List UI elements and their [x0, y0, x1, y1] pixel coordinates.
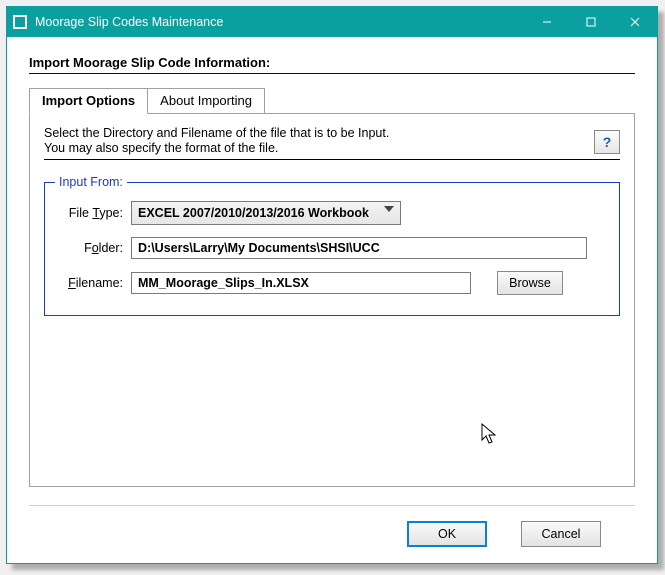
page-header: Import Moorage Slip Code Information: — [29, 55, 635, 74]
tab-strip: Import Options About Importing — [29, 88, 635, 113]
minimize-icon — [542, 17, 552, 27]
cancel-button[interactable]: Cancel — [521, 521, 601, 547]
maximize-button[interactable] — [569, 7, 613, 37]
app-icon — [13, 15, 27, 29]
filename-input[interactable] — [131, 272, 471, 294]
folder-input[interactable] — [131, 237, 587, 259]
browse-button[interactable]: Browse — [497, 271, 563, 295]
tab-import-options[interactable]: Import Options — [29, 88, 148, 114]
titlebar: Moorage Slip Codes Maintenance — [7, 7, 657, 37]
help-button[interactable]: ? — [594, 130, 620, 154]
maximize-icon — [586, 17, 596, 27]
tab-panel-import: Select the Directory and Filename of the… — [29, 113, 635, 487]
label-filename: Filename: — [63, 276, 131, 290]
fieldset-legend: Input From: — [55, 175, 127, 189]
ok-button[interactable]: OK — [407, 521, 487, 547]
close-icon — [630, 17, 640, 27]
instructions-line1: Select the Directory and Filename of the… — [44, 126, 620, 140]
tab-about-importing[interactable]: About Importing — [147, 88, 265, 113]
help-icon: ? — [603, 134, 612, 150]
file-type-value: EXCEL 2007/2010/2013/2016 Workbook — [138, 206, 369, 220]
instructions-line2: You may also specify the format of the f… — [44, 141, 620, 155]
minimize-button[interactable] — [525, 7, 569, 37]
dialog-buttons: OK Cancel — [29, 505, 635, 547]
window-frame: Moorage Slip Codes Maintenance Import Mo… — [6, 6, 658, 564]
window-title: Moorage Slip Codes Maintenance — [35, 15, 525, 29]
divider — [44, 159, 620, 160]
chevron-down-icon — [384, 206, 394, 212]
label-folder: Folder: — [63, 241, 131, 255]
instructions-text: Select the Directory and Filename of the… — [44, 126, 620, 155]
label-file-type: File Type: — [63, 206, 131, 220]
fieldset-input-from: Input From: File Type: EXCEL 2007/2010/2… — [44, 182, 620, 316]
close-button[interactable] — [613, 7, 657, 37]
file-type-select[interactable]: EXCEL 2007/2010/2013/2016 Workbook — [131, 201, 401, 225]
client-area: Import Moorage Slip Code Information: Im… — [7, 37, 657, 563]
